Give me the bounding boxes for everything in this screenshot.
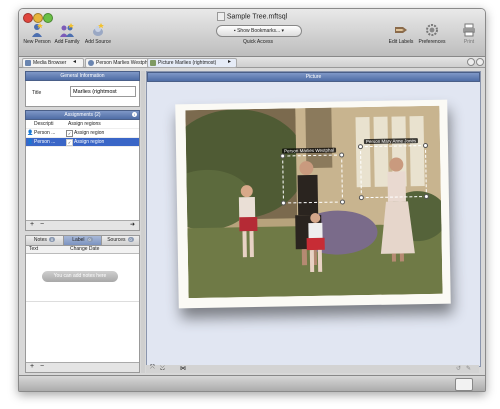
edit-labels-button[interactable]: Edit Labels [387, 23, 415, 45]
back-circle-icon[interactable] [467, 58, 475, 66]
notes-panel: Text Change Date You can add notes here … [25, 246, 140, 373]
person-icon [88, 60, 94, 66]
add-icon[interactable]: + [30, 221, 34, 228]
print-button[interactable]: Print [456, 23, 482, 45]
assignments-header: Assignments (2) i [25, 110, 140, 120]
assignments-footer: + − ➜ [26, 220, 139, 230]
region-handle[interactable] [422, 142, 429, 149]
region-mary-anne-jones[interactable] [357, 142, 429, 201]
table-row[interactable]: Descripti Assign regions [26, 120, 139, 129]
person-icon: 👤 [27, 139, 34, 145]
app-window: Sample Tree.mftsql New Person Add Family… [18, 8, 486, 392]
remove-icon[interactable]: − [40, 221, 44, 228]
title-input[interactable] [70, 86, 136, 97]
chevron-down-icon: ▾ [280, 28, 285, 34]
family-add-icon [60, 23, 74, 37]
table-row-selected[interactable]: 👤 Person ... ✓ Assign region [26, 138, 139, 147]
person-add-icon [32, 23, 43, 37]
splitter[interactable] [141, 71, 145, 373]
notes-footer: + − [26, 362, 139, 372]
quick-access-label: Quick Access [242, 39, 273, 45]
picture-icon [150, 60, 156, 66]
region-handle[interactable] [280, 200, 287, 206]
new-person-button[interactable]: New Person [21, 23, 53, 45]
region-marlies-westphal[interactable] [280, 152, 346, 206]
tab-sources[interactable]: Sources 0 [102, 236, 139, 245]
zoom-fit-icon[interactable]: ⤩ [160, 365, 165, 372]
region-label: Person Mary Anne Jones [363, 138, 419, 145]
assignments-table: Descripti Assign regions 👤 Person ... ✓ … [25, 120, 140, 231]
add-notes-button[interactable]: You can add notes here [42, 271, 118, 282]
photo-frame: Person Marlies Westphal Person Mary Anne… [175, 99, 451, 309]
document-icon [216, 12, 225, 21]
assign-checkbox[interactable]: ✓ [66, 139, 73, 146]
arrow-right-icon[interactable]: ➜ [130, 221, 135, 228]
region-handle[interactable] [339, 199, 346, 205]
toolbar: Sample Tree.mftsql New Person Add Family… [19, 9, 485, 57]
assignments-info-icon[interactable]: i [132, 112, 137, 117]
source-add-icon [93, 23, 104, 36]
region-handle[interactable] [423, 193, 429, 200]
left-pane: General Information Title Assignments (2… [25, 71, 140, 373]
photo[interactable]: Person Marlies Westphal Person Mary Anne… [185, 105, 443, 299]
divider [26, 301, 139, 302]
forward-circle-icon[interactable] [476, 58, 484, 66]
breadcrumb: Media Browser Person Marlies Westphal Pi… [19, 57, 485, 68]
region-handle[interactable] [358, 195, 364, 201]
general-info-header: General Information [25, 71, 140, 81]
notes-column-header: Text Change Date [26, 246, 139, 254]
region-handle[interactable] [280, 153, 286, 159]
region-label: Person Marlies Westphal [282, 147, 337, 154]
add-source-button[interactable]: Add Source [82, 23, 114, 45]
next-arrow-icon[interactable]: ▸ [228, 58, 231, 65]
preferences-button[interactable]: Preferences [416, 23, 448, 45]
general-info-panel: Title [25, 81, 140, 107]
title-label: Title [32, 90, 42, 96]
tab-notes[interactable]: Notes 0 [26, 236, 64, 245]
picture-header: Picture [147, 72, 480, 82]
rotate-icon[interactable]: ↺ [456, 365, 461, 372]
notes-tabs: Notes 0 Label 0 Sources 0 [25, 235, 140, 246]
previous-arrow-icon[interactable]: ◂ [73, 58, 76, 65]
label-icon [395, 27, 407, 33]
table-row[interactable]: 👤 Person ... ✓ Assign region [26, 129, 139, 138]
tab-label[interactable]: Label 0 [64, 236, 102, 245]
region-handle[interactable] [357, 144, 364, 150]
region-handle[interactable] [339, 152, 345, 158]
assign-checkbox[interactable]: ✓ [66, 130, 73, 137]
printer-icon [463, 23, 475, 37]
remove-icon[interactable]: − [40, 363, 44, 370]
edit-icon[interactable]: ✎ [466, 365, 471, 372]
media-icon [25, 60, 31, 66]
status-bar [19, 375, 485, 391]
fit-icon[interactable]: ⤧ [150, 365, 155, 372]
media-browser-icon[interactable] [455, 378, 473, 391]
gear-icon [426, 24, 438, 36]
person-icon: 👤 [27, 130, 34, 136]
add-family-button[interactable]: Add Family [52, 23, 82, 45]
add-icon[interactable]: + [30, 363, 34, 370]
breadcrumb-picture[interactable]: Picture Marlies (rightmost) [147, 58, 237, 68]
window-title: Sample Tree.mftsql [19, 12, 485, 21]
picture-pane: Picture Person Marlies Westphal Person M… [146, 71, 481, 367]
actual-size-icon[interactable]: ⋈ [180, 365, 186, 372]
show-bookmarks-dropdown[interactable]: ▪ Show Bookmarks... ▾ [216, 25, 302, 37]
picture-toolbar: ⤧ ⤩ ⋈ ↺ ✎ [146, 365, 479, 373]
